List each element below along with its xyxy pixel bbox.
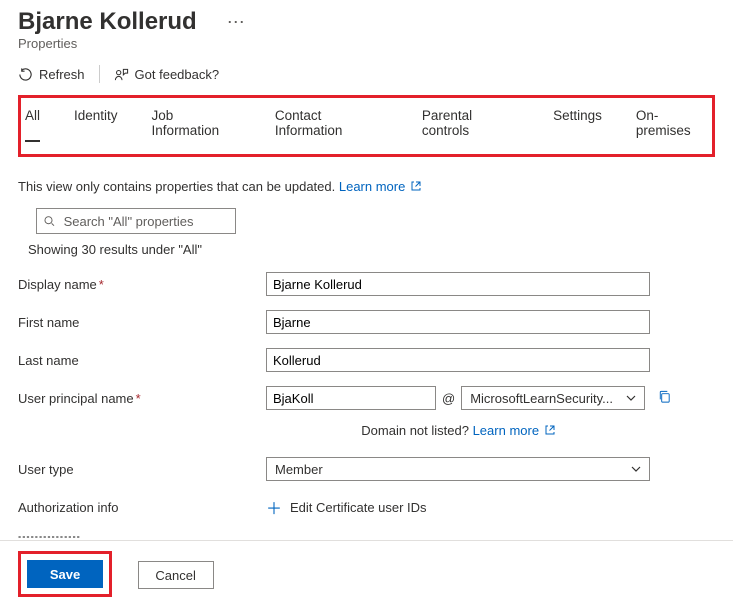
- footer-bar: Save Cancel: [0, 540, 733, 607]
- first-name-input[interactable]: [266, 310, 650, 334]
- display-name-label: Display name*: [18, 277, 266, 292]
- page-title: Bjarne Kollerud: [18, 8, 197, 36]
- separator: [99, 65, 100, 83]
- tab-parental-controls[interactable]: Parental controls: [422, 104, 519, 142]
- external-link-icon: [545, 425, 555, 435]
- refresh-label: Refresh: [39, 67, 85, 82]
- tab-settings[interactable]: Settings: [553, 104, 602, 142]
- results-count-text: Showing 30 results under "All": [28, 242, 715, 257]
- authorization-info-label: Authorization info: [18, 500, 266, 515]
- upn-local-input[interactable]: [266, 386, 436, 410]
- domain-help-link[interactable]: Learn more: [473, 423, 555, 438]
- edit-certificate-ids-button[interactable]: ＋ Edit Certificate user IDs: [266, 495, 427, 519]
- refresh-icon: [18, 67, 33, 82]
- tab-on-premises[interactable]: On-premises: [636, 104, 710, 142]
- edit-certificate-ids-label: Edit Certificate user IDs: [290, 500, 427, 515]
- description-text: This view only contains properties that …: [18, 179, 339, 194]
- tab-contact-information[interactable]: Contact Information: [275, 104, 388, 142]
- truncated-content: ▪▪▪▪▪▪▪▪▪▪▪▪▪▪▪: [18, 532, 715, 538]
- chevron-down-icon: [631, 464, 641, 474]
- user-type-dropdown[interactable]: Member: [266, 457, 650, 481]
- learn-more-label: Learn more: [339, 179, 405, 194]
- tab-all[interactable]: All: [25, 104, 40, 142]
- more-actions-button[interactable]: ⋯: [227, 12, 246, 33]
- display-name-input[interactable]: [266, 272, 650, 296]
- chevron-down-icon: [626, 393, 636, 403]
- properties-form: Display name* First name Last name User …: [18, 271, 715, 538]
- view-description: This view only contains properties that …: [18, 179, 715, 194]
- copy-icon: [657, 389, 672, 404]
- person-feedback-icon: [114, 67, 129, 82]
- tab-job-information[interactable]: Job Information: [152, 104, 241, 142]
- cancel-button[interactable]: Cancel: [138, 561, 214, 589]
- external-link-icon: [411, 181, 421, 191]
- upn-label: User principal name*: [18, 391, 266, 406]
- save-button[interactable]: Save: [27, 560, 103, 588]
- user-type-selected: Member: [275, 462, 323, 477]
- domain-help-text: Domain not listed?: [361, 423, 472, 438]
- page-subtitle: Properties: [18, 36, 715, 51]
- feedback-button[interactable]: Got feedback?: [114, 67, 220, 82]
- last-name-input[interactable]: [266, 348, 650, 372]
- learn-more-link[interactable]: Learn more: [339, 179, 421, 194]
- first-name-label: First name: [18, 315, 266, 330]
- upn-domain-selected: MicrosoftLearnSecurity...: [470, 391, 613, 406]
- plus-icon: ＋: [266, 495, 282, 519]
- upn-at-symbol: @: [442, 391, 455, 406]
- save-highlight-box: Save: [18, 551, 112, 597]
- refresh-button[interactable]: Refresh: [18, 67, 85, 82]
- copy-upn-button[interactable]: [657, 389, 672, 407]
- upn-domain-dropdown[interactable]: MicrosoftLearnSecurity...: [461, 386, 645, 410]
- user-type-label: User type: [18, 462, 266, 477]
- search-input-wrapper[interactable]: [36, 208, 236, 234]
- tab-identity[interactable]: Identity: [74, 104, 118, 142]
- domain-help-row: Domain not listed? Learn more: [266, 423, 650, 438]
- tabs-highlight-box: All Identity Job Information Contact Inf…: [18, 95, 715, 157]
- command-bar: Refresh Got feedback?: [18, 65, 715, 93]
- feedback-label: Got feedback?: [135, 67, 220, 82]
- search-icon: [43, 214, 56, 228]
- search-input[interactable]: [62, 213, 229, 230]
- last-name-label: Last name: [18, 353, 266, 368]
